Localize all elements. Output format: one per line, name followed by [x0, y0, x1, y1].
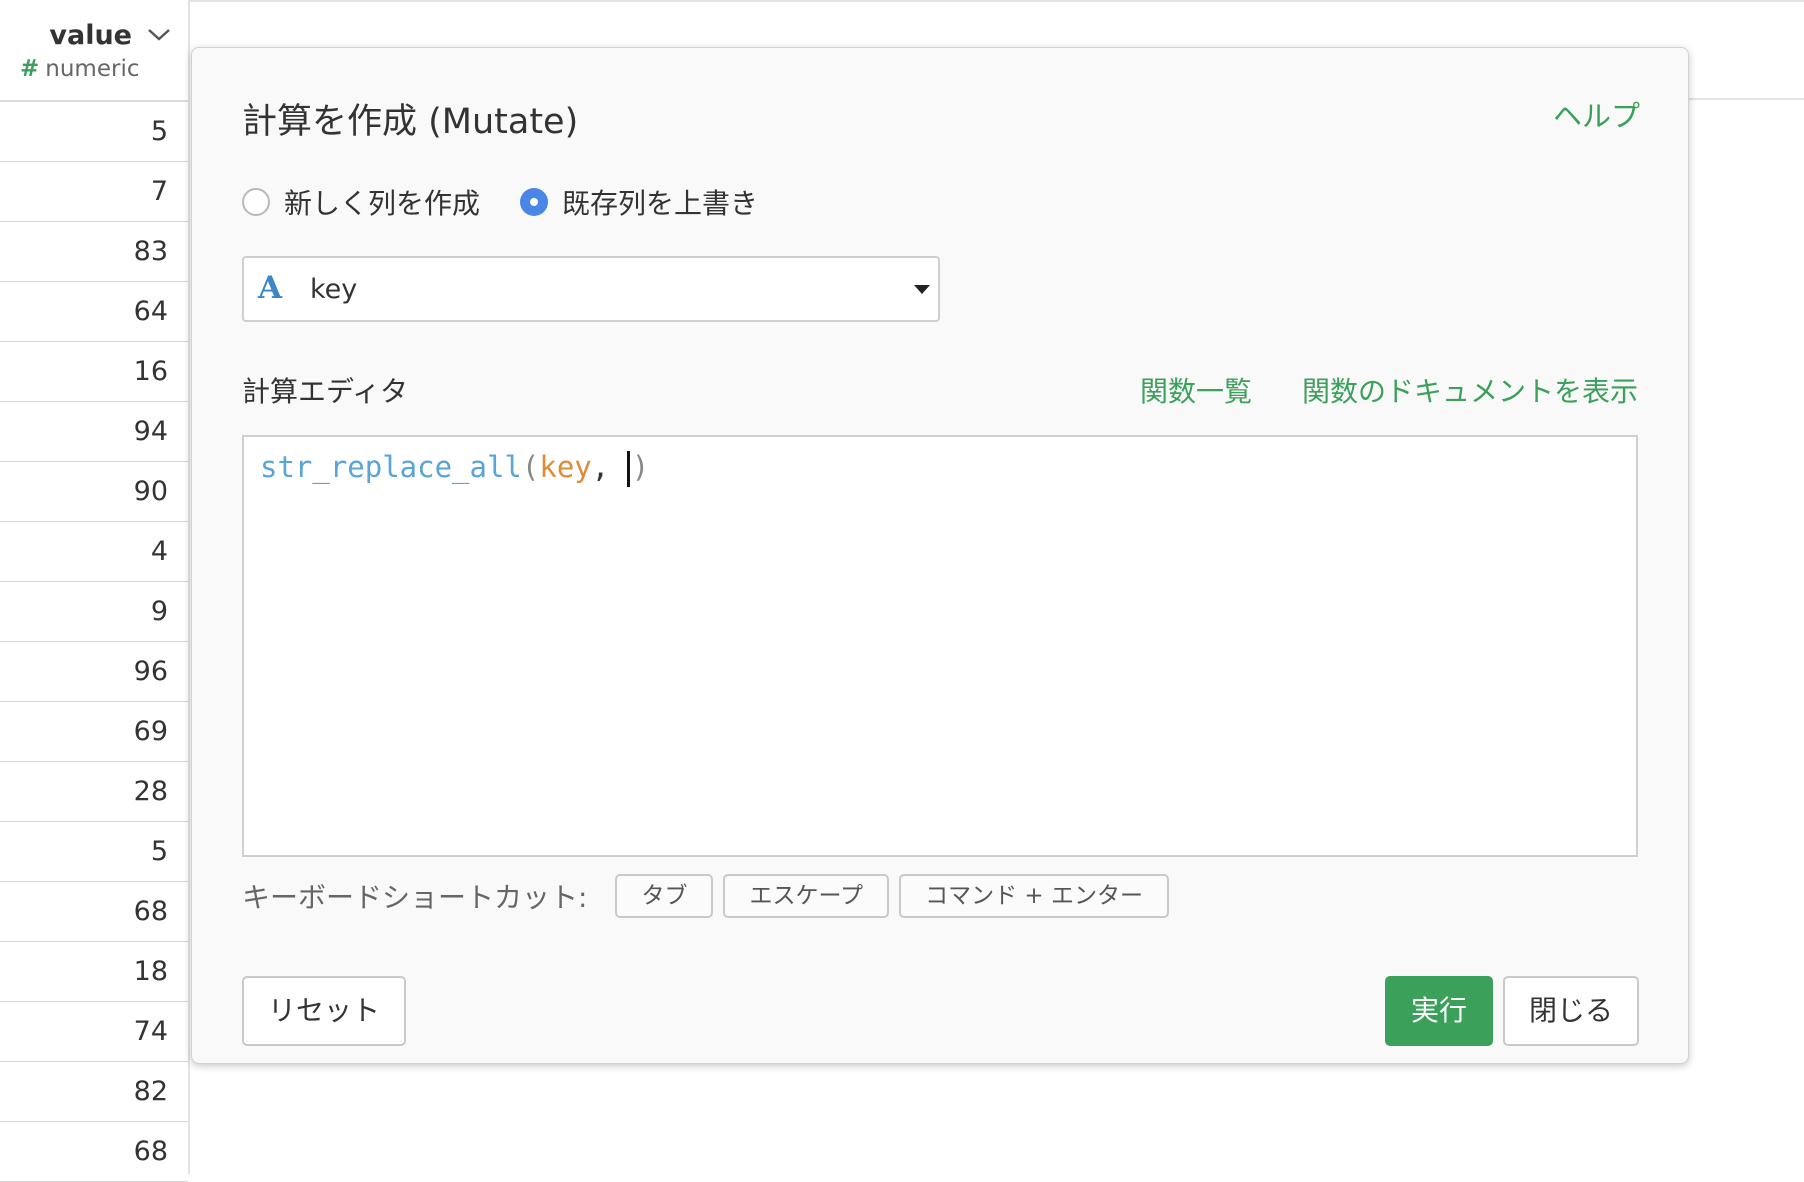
column-select-value: key	[310, 274, 358, 305]
reset-button[interactable]: リセット	[242, 976, 406, 1046]
table-cell[interactable]: 82	[0, 1062, 188, 1122]
code-function: str_replace_all	[260, 450, 522, 484]
table-cell[interactable]: 69	[0, 702, 188, 762]
text-cursor	[626, 451, 630, 487]
radio-overwrite-existing-column[interactable]: 既存列を上書き	[520, 182, 758, 222]
table-cell[interactable]: 5	[0, 102, 188, 162]
radio-label: 新しく列を作成	[284, 187, 481, 220]
mutate-dialog: 計算を作成 (Mutate) ヘルプ 新しく列を作成 既存列を上書き A key…	[191, 47, 1689, 1064]
chevron-down-icon[interactable]	[146, 24, 172, 44]
caret-down-icon	[914, 285, 930, 294]
table-cell[interactable]: 9	[0, 582, 188, 642]
function-list-link[interactable]: 関数一覧	[1140, 370, 1252, 410]
table-cell[interactable]: 90	[0, 462, 188, 522]
mode-radio-group: 新しく列を作成 既存列を上書き	[242, 182, 798, 222]
table-cell[interactable]: 83	[0, 222, 188, 282]
column-type: # numeric	[20, 56, 139, 82]
table-cell[interactable]: 64	[0, 282, 188, 342]
radio-button[interactable]	[242, 188, 270, 216]
table-cell[interactable]: 74	[0, 1002, 188, 1062]
column-cells: 5 7 83 64 16 94 90 4 9 96 69 28 5 68 18 74 82 68	[0, 102, 188, 1182]
code-editor[interactable]: str_replace_all(key, )	[242, 435, 1638, 857]
table-cell[interactable]: 5	[0, 822, 188, 882]
code-open-paren: (	[521, 450, 540, 484]
code-line: str_replace_all(key, )	[260, 445, 1620, 489]
close-button[interactable]: 閉じる	[1503, 976, 1639, 1046]
radio-button-selected[interactable]	[520, 188, 549, 216]
keyboard-shortcuts: キーボードショートカット: タブ エスケープ コマンド + エンター	[242, 874, 1179, 918]
table-cell[interactable]: 18	[0, 942, 188, 1002]
table-cell[interactable]: 16	[0, 342, 188, 402]
shortcut-key-escape: エスケープ	[723, 874, 890, 918]
dialog-title: 計算を作成 (Mutate)	[242, 102, 579, 142]
radio-label: 既存列を上書き	[562, 187, 759, 220]
table-cell[interactable]: 96	[0, 642, 188, 702]
function-docs-link[interactable]: 関数のドキュメントを表示	[1302, 370, 1638, 410]
shortcut-key-command-enter: コマンド + エンター	[899, 874, 1169, 918]
table-cell[interactable]: 4	[0, 522, 188, 582]
run-button[interactable]: 実行	[1385, 976, 1493, 1046]
editor-label: 計算エディタ	[242, 375, 409, 408]
shortcut-key-tab: タブ	[615, 874, 714, 918]
grid-top-border	[190, 0, 1804, 2]
table-cell[interactable]: 7	[0, 162, 188, 222]
column-select[interactable]: A key	[242, 256, 940, 322]
table-cell[interactable]: 68	[0, 882, 188, 942]
value-column: value # numeric 5 7 83 64 16 94 90 4 9 96 69 28 5 68 18…	[0, 0, 190, 1182]
code-separator: ,	[591, 450, 627, 484]
column-name: value	[49, 20, 132, 51]
code-close-paren: )	[631, 450, 650, 484]
table-cell[interactable]: 68	[0, 1122, 188, 1182]
shortcut-label: キーボードショートカット:	[242, 881, 588, 914]
help-link[interactable]: ヘルプ	[1553, 93, 1640, 135]
numeric-type-icon: #	[20, 56, 40, 82]
column-header[interactable]: value # numeric	[0, 0, 188, 102]
table-cell[interactable]: 28	[0, 762, 188, 822]
grid-header-divider	[1680, 98, 1804, 100]
column-type-label: numeric	[45, 56, 140, 82]
radio-create-new-column[interactable]: 新しく列を作成	[242, 182, 480, 222]
character-type-icon: A	[258, 270, 283, 306]
code-argument: key	[539, 450, 592, 484]
table-cell[interactable]: 94	[0, 402, 188, 462]
